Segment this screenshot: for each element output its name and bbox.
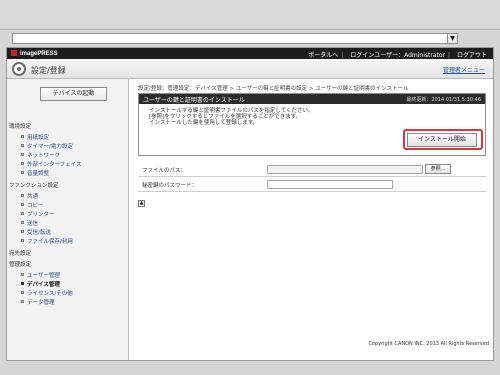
panel-body: インストールする鍵と証明書ファイルのパスを指定してください。 [参照]をクリック… [139,104,485,155]
page-title: 設定/登録 [31,66,66,75]
app-window: imagePRESS ポータルへ | ログインユーザー：Administrator… [6,47,494,361]
sidebar-group-destination[interactable]: 宛先設定 [9,249,31,257]
top-links: ポータルへ | ログインユーザー：Administrator | ログアウト [303,50,487,59]
address-bar[interactable]: ▼ [12,33,458,44]
sidebar-group-functions[interactable]: ファンクション設定 [9,181,59,189]
file-path-input[interactable] [267,165,423,174]
breadcrumb: 設定/登録：管理設定：デバイス管理 > ユーザーの鍵と証明書の設定 > ユーザー… [138,86,409,92]
brand-name: imagePRESS [20,51,58,57]
bullet-icon [21,282,24,285]
sidebar-group-settings[interactable]: 環境設定 [9,122,31,130]
bullet-icon [21,221,24,224]
sidebar-item-common[interactable]: 共通 [21,192,38,200]
logout-link[interactable]: ログアウト [457,52,487,59]
description: インストールする鍵と証明書ファイルのパスを指定してください。 [参照]をクリック… [149,108,314,126]
separator: | [448,52,451,59]
private-key-label: 秘密鍵のパスワード： [142,183,198,189]
description-line: インストールした鍵を使用して登録します。 [149,120,259,126]
separator: | [341,52,344,59]
portal-link[interactable]: ポータルへ [308,52,338,59]
address-dropdown-button[interactable]: ▼ [447,34,457,43]
copyright: Copyright CANON INC. 2013 All Rights Res… [368,341,489,347]
sidebar-item-send[interactable]: 送信 [21,219,38,227]
bullet-icon [21,171,24,174]
sidebar-item-device-management[interactable]: デバイス管理 [21,280,60,288]
bullet-icon [21,194,24,197]
canon-logo-icon [11,50,17,56]
bullet-icon [21,153,24,156]
bullet-icon [21,239,24,242]
sidebar-item-timer[interactable]: タイマー/電力設定 [21,142,73,150]
bullet-icon [21,162,24,165]
login-user-label: ログインユーザー：Administrator [350,52,446,59]
sidebar-item-printer[interactable]: プリンター [21,210,55,218]
sidebar-item-network[interactable]: ネットワーク [21,151,60,159]
bullet-icon [21,273,24,276]
sidebar-item-volume[interactable]: 音量調整 [21,169,49,177]
last-updated: 最終更新：2014 01/31 5:30:46 [406,97,481,103]
browser-toolbar [0,0,500,30]
bullet-icon [21,144,24,147]
sidebar-item-receive[interactable]: 受信/転送 [21,228,51,236]
browse-button[interactable]: 参照... [425,164,451,174]
sidebar-item-license[interactable]: ライセンス/その他 [21,289,73,297]
bullet-icon [21,291,24,294]
bullet-icon [21,212,24,215]
sidebar-item-data-management[interactable]: データ管理 [21,298,55,306]
back-to-top-icon[interactable]: ▲ [138,200,145,207]
sidebar: デバイスの起動 環境設定 用紙設定 タイマー/電力設定 ネットワーク 外部インタ… [7,79,129,360]
file-path-row: ファイルのパス： 参照... [138,163,486,177]
device-start-button[interactable]: デバイスの起動 [40,87,107,101]
sidebar-group-management[interactable]: 管理設定 [9,260,31,268]
sidebar-item-user-management[interactable]: ユーザー管理 [21,271,60,279]
sidebar-item-interface[interactable]: 外部インターフェイス [21,160,82,168]
gear-icon [12,62,26,76]
bullet-icon [21,230,24,233]
private-key-password-input[interactable] [267,180,393,189]
bullet-icon [21,135,24,138]
sidebar-item-copy[interactable]: コピー [21,201,44,209]
sidebar-item-paper[interactable]: 用紙設定 [21,133,49,141]
browser-status-bar [0,364,500,375]
sidebar-item-file-storage[interactable]: ファイル保存/利用 [21,237,73,245]
private-key-row: 秘密鍵のパスワード： [138,178,486,192]
top-bar: imagePRESS ポータルへ | ログインユーザー：Administrator… [7,48,493,59]
brand-logo: imagePRESS [11,50,58,57]
file-path-label: ファイルのパス： [142,168,187,174]
install-panel: ユーザーの鍵と証明書のインストール 最終更新：2014 01/31 5:30:4… [138,93,486,156]
admin-menu-link[interactable]: 管理者メニュー [443,65,485,74]
main-content: 設定/登録：管理設定：デバイス管理 > ユーザーの鍵と証明書の設定 > ユーザー… [130,79,493,360]
bullet-icon [21,300,24,303]
panel-title: ユーザーの鍵と証明書のインストール [143,97,245,104]
bullet-icon [21,203,24,206]
panel-header: ユーザーの鍵と証明書のインストール 最終更新：2014 01/31 5:30:4… [139,94,485,104]
title-bar: 設定/登録 管理者メニュー [7,59,493,79]
start-install-button[interactable]: インストール開始 [407,133,477,147]
